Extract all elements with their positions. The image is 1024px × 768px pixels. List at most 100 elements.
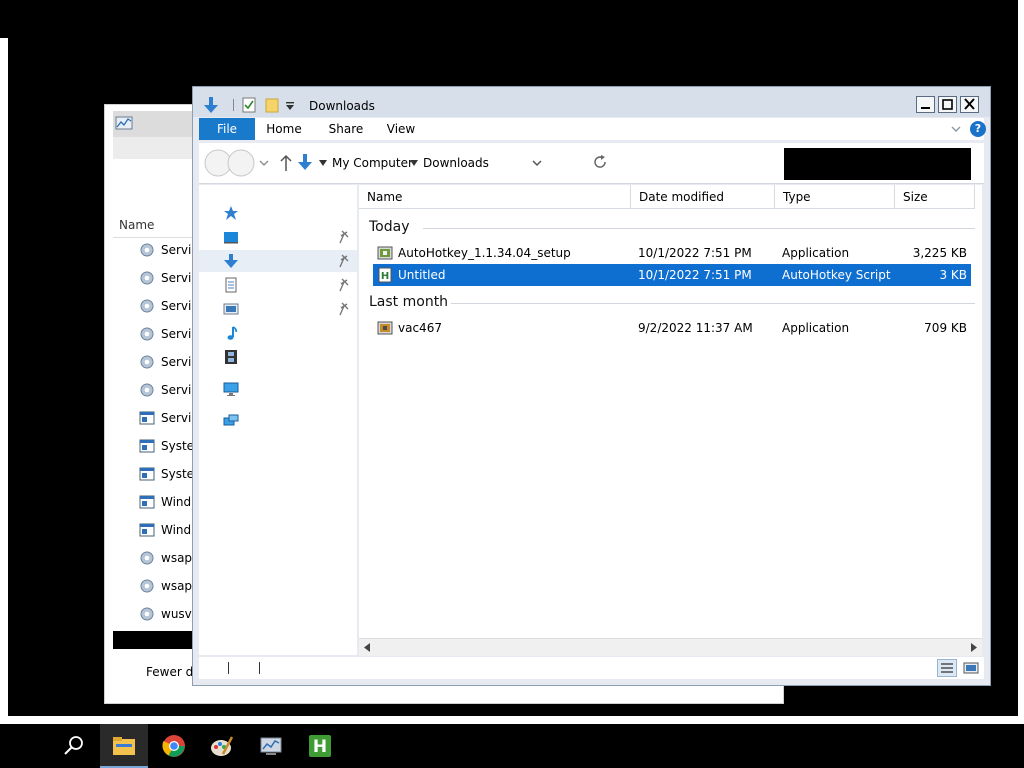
column-header-size[interactable]: Size (895, 185, 975, 209)
horizontal-scrollbar[interactable] (359, 638, 982, 656)
recent-locations-icon[interactable] (259, 158, 269, 168)
minimize-button[interactable] (916, 96, 935, 113)
taskbar-performance-monitor[interactable] (247, 724, 295, 768)
file-size: 3,225 KB (912, 246, 967, 260)
service-gear-icon (140, 243, 154, 257)
details-view-button[interactable] (937, 659, 957, 677)
minimize-icon (921, 107, 930, 109)
background-item-label: wusv (161, 607, 192, 621)
scroll-left-icon[interactable] (359, 639, 376, 656)
details-view-icon (941, 663, 953, 673)
properties-icon[interactable] (242, 97, 256, 113)
group-last-month[interactable]: Last month (369, 294, 448, 310)
nav-documents[interactable] (199, 274, 357, 296)
nav-videos[interactable] (199, 346, 357, 368)
search-input[interactable] (784, 148, 971, 180)
service-gear-icon (140, 327, 154, 341)
group-today[interactable]: Today (369, 219, 410, 235)
file-row[interactable]: vac467 9/2/2022 11:37 AM Application 709… (373, 317, 971, 339)
pin-icon[interactable] (339, 278, 351, 292)
column-header-type[interactable]: Type (775, 185, 895, 209)
title-bar[interactable]: Downloads (193, 87, 990, 117)
nav-desktop[interactable] (199, 226, 357, 248)
window-app-icon (139, 411, 155, 425)
background-list-item[interactable]: Wind (139, 522, 199, 544)
paint-icon (211, 736, 234, 756)
background-list-item[interactable]: Syste (139, 466, 199, 488)
taskbar-search[interactable] (50, 724, 98, 768)
breadcrumb-chevron-icon[interactable] (410, 160, 418, 166)
background-header-divider (113, 237, 197, 238)
file-row[interactable]: AutoHotkey_1.1.34.04_setup 10/1/2022 7:5… (373, 242, 971, 264)
nav-quick-access[interactable] (199, 202, 357, 224)
nav-music[interactable] (199, 322, 357, 344)
nav-downloads[interactable] (199, 250, 357, 272)
pin-icon[interactable] (339, 230, 351, 244)
service-gear-icon (140, 355, 154, 369)
service-gear-icon (140, 299, 154, 313)
background-list-item[interactable]: Servic (139, 242, 199, 264)
background-list-item[interactable]: Servic (139, 270, 199, 292)
file-row-selected[interactable]: H Untitled 10/1/2022 7:51 PM AutoHotkey … (373, 264, 971, 286)
new-folder-icon[interactable] (265, 97, 279, 113)
pin-icon[interactable] (339, 302, 351, 316)
scroll-right-icon[interactable] (965, 639, 982, 656)
up-arrow-icon[interactable] (279, 154, 293, 172)
large-icons-view-button[interactable] (961, 659, 981, 677)
application-icon (377, 321, 393, 335)
tab-file[interactable]: File (199, 118, 255, 140)
expand-ribbon-icon[interactable] (949, 122, 963, 136)
taskbar-chrome[interactable] (150, 724, 198, 768)
tab-home[interactable]: Home (261, 118, 307, 140)
tab-view[interactable]: View (381, 118, 421, 140)
explorer-window[interactable]: Downloads File Home Share View ? My Comp… (192, 86, 991, 686)
column-header-date[interactable]: Date modified (631, 185, 775, 209)
background-list-item[interactable]: wusv (139, 606, 199, 628)
file-name: Untitled (398, 268, 446, 282)
nav-network[interactable] (199, 410, 357, 432)
background-list-item[interactable]: Servic (139, 298, 199, 320)
window-app-icon (139, 467, 155, 481)
background-list-item[interactable]: Servic (139, 326, 199, 348)
nav-this-pc[interactable] (199, 378, 357, 400)
background-list-item[interactable]: Servic (139, 410, 199, 432)
breadcrumb-my-computer[interactable]: My Computer (332, 156, 413, 170)
nav-pictures[interactable] (199, 298, 357, 320)
taskbar-autohotkey[interactable]: H (296, 724, 344, 768)
background-list-item[interactable]: wsap (139, 550, 199, 572)
window-title: Downloads (309, 99, 375, 113)
file-list: Name Date modified Type Size Today AutoH… (359, 185, 982, 655)
maximize-button[interactable] (938, 96, 957, 113)
file-size: 3 KB (939, 268, 967, 282)
back-forward-icon[interactable] (203, 148, 255, 178)
breadcrumb-downloads[interactable]: Downloads (423, 156, 489, 170)
background-list-item[interactable]: Servic (139, 382, 199, 404)
address-dropdown-icon[interactable] (531, 159, 543, 167)
tab-share[interactable]: Share (323, 118, 369, 140)
background-list-item[interactable]: Servic (139, 354, 199, 376)
group-divider (451, 303, 975, 304)
file-name: AutoHotkey_1.1.34.04_setup (398, 246, 571, 260)
autohotkey-icon: H (309, 735, 331, 757)
background-list-item[interactable]: Syste (139, 438, 199, 460)
service-gear-icon (140, 607, 154, 621)
network-icon (223, 414, 239, 426)
column-header-name[interactable]: Name (359, 185, 631, 209)
background-list-item[interactable]: wsap (139, 578, 199, 600)
background-item-label: Wind (161, 523, 192, 537)
taskbar-paint[interactable] (198, 724, 246, 768)
taskbar-file-explorer[interactable] (100, 724, 148, 768)
window-app-icon (139, 523, 155, 537)
file-type: AutoHotkey Script (782, 268, 891, 282)
breadcrumb-chevron-icon[interactable] (319, 160, 327, 166)
background-list-item[interactable]: Wind (139, 494, 199, 516)
address-field[interactable] (625, 152, 775, 176)
navigation-pane (199, 185, 357, 655)
pin-icon[interactable] (339, 254, 351, 268)
help-icon[interactable]: ? (970, 121, 986, 137)
refresh-icon[interactable] (592, 154, 608, 170)
background-column-name[interactable]: Name (119, 218, 154, 232)
close-button[interactable] (960, 96, 979, 113)
customize-quick-access-icon[interactable] (285, 101, 295, 111)
scrollbar-track[interactable] (376, 642, 965, 652)
